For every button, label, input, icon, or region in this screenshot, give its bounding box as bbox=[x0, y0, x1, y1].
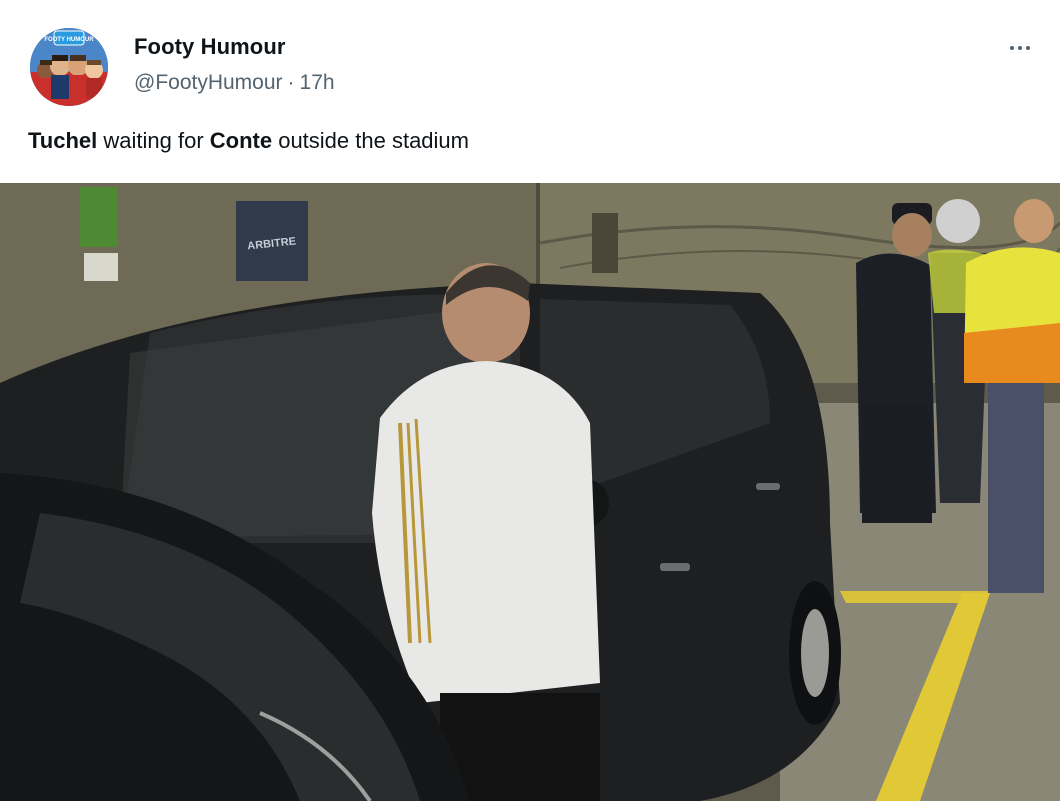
more-horizontal-icon bbox=[1008, 46, 1032, 50]
more-options-button[interactable] bbox=[1000, 34, 1040, 62]
tweet-text-part[interactable]: Conte bbox=[210, 128, 272, 153]
avatar-image: FOOTY HUMOUR bbox=[30, 28, 108, 106]
tweet-text-part: waiting for bbox=[97, 128, 210, 153]
photo-image: ARBITRE bbox=[0, 183, 1060, 801]
avatar[interactable]: FOOTY HUMOUR bbox=[30, 28, 108, 106]
tweet-photo[interactable]: ARBITRE bbox=[0, 183, 1060, 801]
meta-separator: · bbox=[287, 71, 295, 94]
tweet-card[interactable]: FOOTY HUMOUR Footy Humour @FootyHumour · 1… bbox=[0, 0, 1060, 801]
tweet-timestamp[interactable]: 17h bbox=[300, 71, 335, 94]
avatar-badge-text: FOOTY HUMOUR bbox=[44, 37, 94, 43]
tweet-text-part: outside the stadium bbox=[272, 128, 469, 153]
author-meta: @FootyHumour · 17h bbox=[134, 71, 335, 95]
tweet-text-part[interactable]: Tuchel bbox=[28, 128, 97, 153]
author-name[interactable]: Footy Humour bbox=[134, 34, 286, 60]
tweet-text: Tuchel waiting for Conte outside the sta… bbox=[28, 128, 469, 154]
author-handle[interactable]: @FootyHumour bbox=[134, 71, 283, 94]
